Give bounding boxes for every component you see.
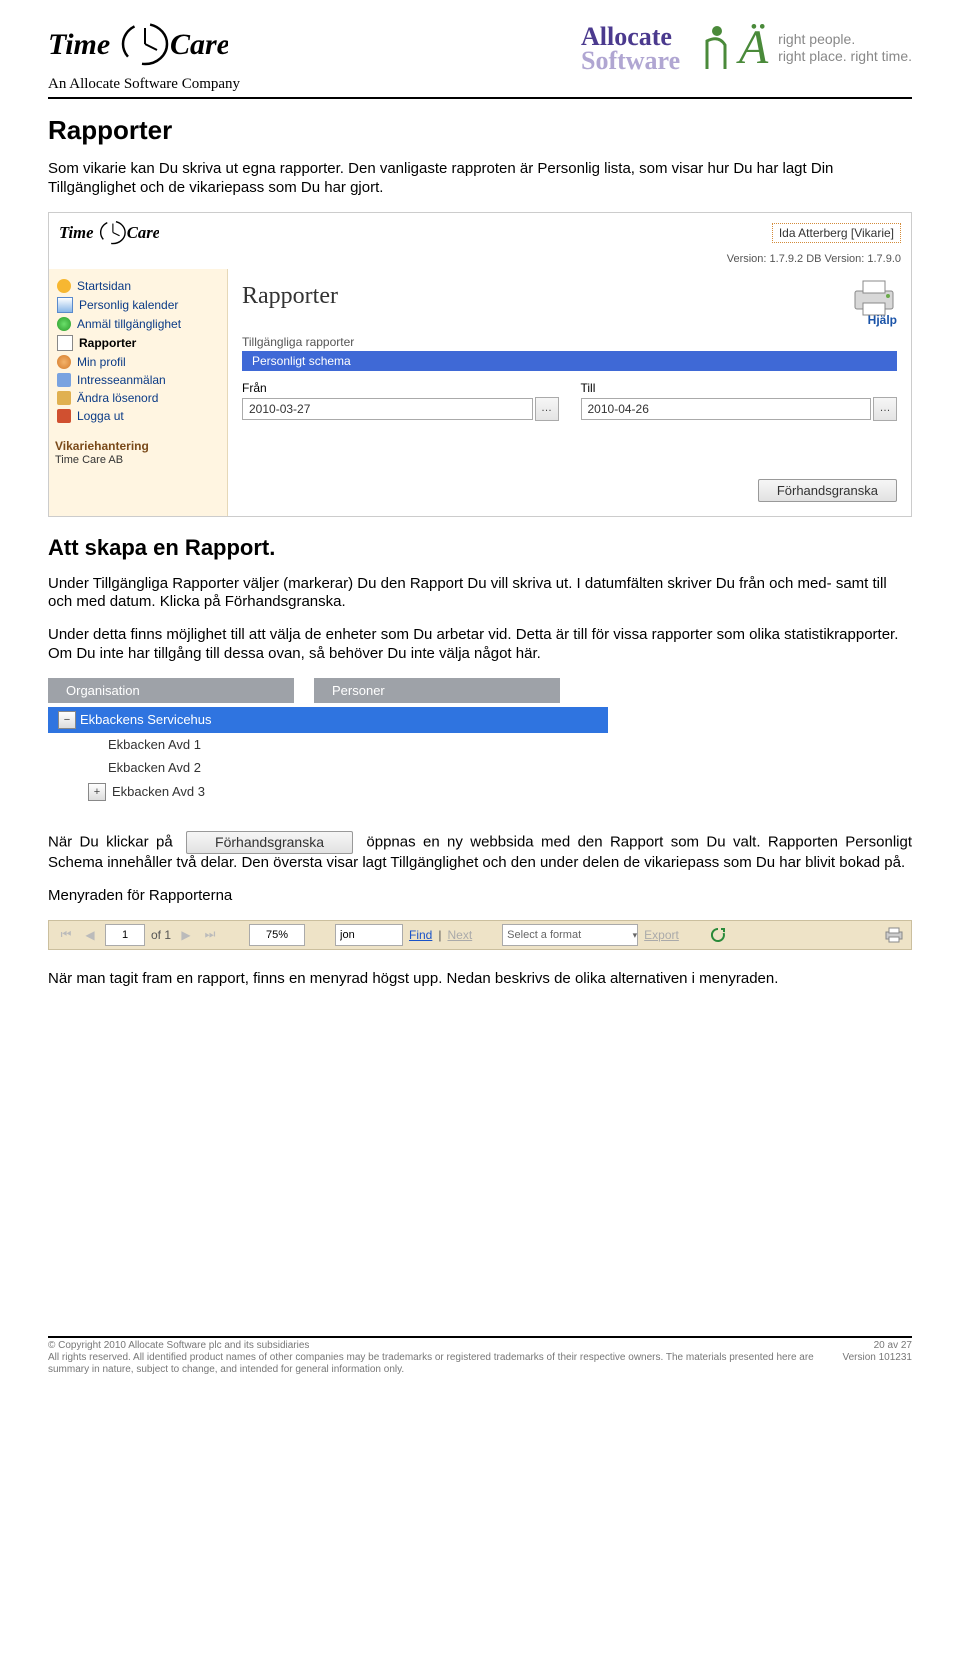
footer-version: Version 101231 <box>842 1352 912 1364</box>
sidebar-item-rapporter[interactable]: Rapporter <box>55 333 223 353</box>
sidebar-item-losenord[interactable]: Ändra lösenord <box>55 389 223 407</box>
footer-copyright: © Copyright 2010 Allocate Software plc a… <box>48 1340 824 1352</box>
version-text: Version: 1.7.9.2 DB Version: 1.7.9.0 <box>49 253 911 269</box>
till-label: Till <box>581 381 898 395</box>
user-badge: Ida Atterberg [Vikarie] <box>772 223 901 243</box>
zoom-input[interactable] <box>249 924 305 946</box>
sidebar: Startsidan Personlig kalender Anmäl till… <box>49 269 228 516</box>
page-number-input[interactable] <box>105 924 145 946</box>
footer-rule <box>48 1336 912 1338</box>
svg-text:Time: Time <box>48 28 110 61</box>
printer-icon[interactable] <box>851 277 897 317</box>
sidebar-group-header: Vikariehantering <box>55 439 223 453</box>
h1-rapporter: Rapporter <box>48 115 912 146</box>
intro-p1: Som vikarie kan Du skriva ut egna rappor… <box>48 160 912 198</box>
org-th-organisation: Organisation <box>48 678 294 703</box>
org-th-personer: Personer <box>314 678 560 703</box>
main-title: Rapporter <box>242 283 338 310</box>
p2: Under Tillgängliga Rapporter väljer (mar… <box>48 575 912 613</box>
allocate-tagline: Allocate Software Ä right people. right … <box>579 20 912 75</box>
help-link[interactable]: Hjälp <box>242 313 897 327</box>
p5-menurad: Menyraden för Rapporterna <box>48 887 912 906</box>
from-date-input[interactable]: 2010-03-27 <box>242 398 533 420</box>
org-root-label: Ekbackens Servicehus <box>80 712 212 727</box>
tagline-line1: right people. <box>778 31 912 47</box>
first-page-icon: ⏮ <box>57 926 75 944</box>
till-date-input[interactable]: 2010-04-26 <box>581 398 872 420</box>
refresh-icon[interactable] <box>709 926 727 944</box>
available-reports-label: Tillgängliga rapporter <box>242 335 897 349</box>
find-link[interactable]: Find <box>409 928 432 942</box>
timecare-logo-small: Time Care <box>59 217 159 249</box>
allocate-logo: Allocate Software <box>579 21 729 75</box>
prev-page-icon: ◀ <box>81 926 99 944</box>
footer-disclaimer: All rights reserved. All identified prod… <box>48 1352 824 1376</box>
page-header: Time Care An Allocate Software Company A… <box>48 20 912 93</box>
org-child-2[interactable]: Ekbacken Avd 2 <box>48 756 912 779</box>
sidebar-item-intresse[interactable]: Intresseanmälan <box>55 371 223 389</box>
footer-page: 20 av 27 <box>842 1340 912 1352</box>
org-tree: Organisation Personer − Ekbackens Servic… <box>48 678 912 805</box>
tagline-line2: right place. right time. <box>778 48 912 64</box>
report-row-selected[interactable]: Personligt schema <box>242 351 897 371</box>
sidebar-item-startsidan[interactable]: Startsidan <box>55 277 223 295</box>
preview-button-inline[interactable]: Förhandsgranska <box>186 831 353 855</box>
export-link: Export <box>644 928 679 942</box>
page-footer: © Copyright 2010 Allocate Software plc a… <box>48 1340 912 1376</box>
sidebar-item-anmal[interactable]: Anmäl tillgänglighet <box>55 315 223 333</box>
expand-icon[interactable]: + <box>88 783 106 801</box>
till-date-picker-button[interactable]: … <box>873 397 897 421</box>
format-select[interactable]: Select a format▾ <box>502 924 638 946</box>
svg-text:Software: Software <box>581 46 680 75</box>
sidebar-group-sub: Time Care AB <box>55 454 223 466</box>
next-page-icon: ▶ <box>177 926 195 944</box>
report-menubar: ⏮ ◀ of 1 ▶ ⏭ Find | Next Select a format… <box>48 920 912 950</box>
screenshot-rapporter: Time Care Ida Atterberg [Vikarie] Versio… <box>48 212 912 517</box>
svg-text:Care: Care <box>170 28 228 61</box>
last-page-icon: ⏭ <box>201 926 219 944</box>
next-link: Next <box>447 928 472 942</box>
org-child-3[interactable]: +Ekbacken Avd 3 <box>48 779 912 805</box>
sidebar-item-profil[interactable]: Min profil <box>55 353 223 371</box>
print-icon[interactable] <box>885 926 903 944</box>
collapse-icon[interactable]: − <box>58 711 76 729</box>
preview-button[interactable]: Förhandsgranska <box>758 479 897 502</box>
sidebar-item-kalender[interactable]: Personlig kalender <box>55 295 223 315</box>
h2-skapa-rapport: Att skapa en Rapport. <box>48 535 912 561</box>
header-rule <box>48 97 912 99</box>
org-root-selected[interactable]: − Ekbackens Servicehus <box>48 707 608 733</box>
p4: När Du klickar på Förhandsgranska öppnas… <box>48 831 912 873</box>
from-date-picker-button[interactable]: … <box>535 397 559 421</box>
timecare-logo: Time Care <box>48 20 240 70</box>
sidebar-item-logout[interactable]: Logga ut <box>55 407 223 425</box>
page-of-label: of 1 <box>151 928 171 942</box>
from-label: Från <box>242 381 559 395</box>
tagline-a-icon: Ä <box>739 20 768 75</box>
sub-company-text: An Allocate Software Company <box>48 76 240 93</box>
p6: När man tagit fram en rapport, finns en … <box>48 970 912 989</box>
svg-text:Care: Care <box>127 223 159 242</box>
search-input[interactable] <box>335 924 403 946</box>
main-panel: Rapporter Hjälp Tillgängliga rapporter P… <box>228 269 911 516</box>
p3: Under detta finns möjlighet till att väl… <box>48 626 912 664</box>
svg-text:Time: Time <box>59 223 94 242</box>
org-child-1[interactable]: Ekbacken Avd 1 <box>48 733 912 756</box>
